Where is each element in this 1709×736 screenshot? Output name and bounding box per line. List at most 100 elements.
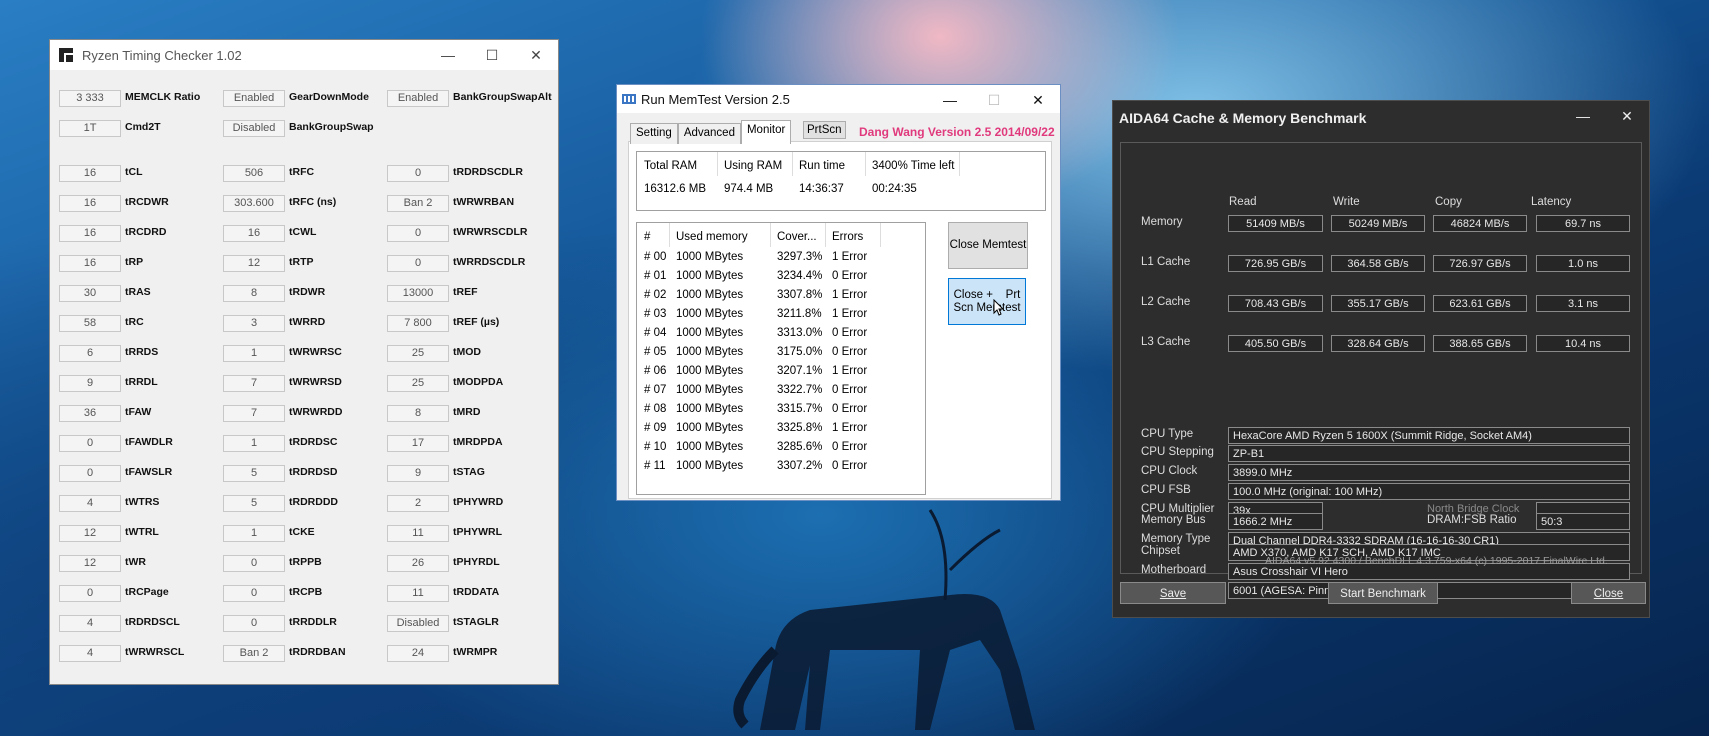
used-memory-cell: 1000 MBytes: [676, 441, 744, 453]
mouse-cursor-icon: [993, 299, 1005, 316]
thread-number: # 03: [644, 308, 667, 320]
memtest-titlebar[interactable]: Run MemTest Version 2.5 — ☐ ✕: [617, 85, 1060, 113]
col-used-memory-header[interactable]: Used memory: [676, 231, 748, 243]
memtest-app-icon: [622, 94, 636, 104]
tab-setting[interactable]: Setting: [630, 123, 678, 144]
tab-advanced[interactable]: Advanced: [677, 123, 741, 144]
table-row[interactable]: # 11 1000 MBytes 3307.2% 0 Error: [637, 460, 925, 479]
aida64-benchmark-window: AIDA64 Cache & Memory Benchmark — ✕ Read…: [1112, 100, 1650, 618]
maximize-icon[interactable]: ☐: [470, 40, 514, 70]
timing-value-box: 8: [223, 285, 285, 302]
timing-value-box: 7 800: [387, 315, 449, 332]
table-row[interactable]: # 00 1000 MBytes 3297.3% 1 Error: [637, 251, 925, 270]
prtscn-button[interactable]: PrtScn: [803, 121, 846, 139]
col-coverage-header[interactable]: Cover...: [777, 231, 817, 243]
rtc-titlebar[interactable]: Ryzen Timing Checker 1.02 — ☐ ✕: [50, 40, 558, 70]
timing-value-box: 1: [223, 525, 285, 542]
timing-value-box: 3: [223, 315, 285, 332]
table-row[interactable]: # 01 1000 MBytes 3234.4% 0 Error: [637, 270, 925, 289]
timing-value-box: 9: [387, 465, 449, 482]
timing-value-box: 30: [59, 285, 121, 302]
timing-value-box: 6: [59, 345, 121, 362]
used-memory-cell: 1000 MBytes: [676, 327, 744, 339]
timing-label: tRDWR: [289, 286, 326, 298]
timing-label: tRPPB: [289, 556, 322, 568]
errors-cell: 1 Error: [832, 308, 868, 320]
memtest-tabs: Setting Advanced Monitor: [630, 120, 792, 144]
thread-number: # 07: [644, 384, 667, 396]
table-row[interactable]: # 03 1000 MBytes 3211.8% 1 Error: [637, 308, 925, 327]
close-icon[interactable]: ✕: [1605, 101, 1649, 131]
timing-value-box: 4: [59, 645, 121, 662]
timing-label: tFAW: [125, 406, 152, 418]
timing-value-box: 7: [223, 405, 285, 422]
timing-value-box: 3 333: [59, 90, 121, 107]
timing-label: tWTRL: [125, 526, 159, 538]
total-ram-header: Total RAM: [644, 160, 698, 172]
thread-number: # 00: [644, 251, 667, 263]
used-memory-cell: 1000 MBytes: [676, 308, 744, 320]
timing-label: tREF: [453, 286, 478, 298]
timing-label: tMRD: [453, 406, 481, 418]
deer-wallpaper-silhouette: [733, 509, 1035, 730]
errors-cell: 1 Error: [832, 251, 868, 263]
aida-extra-rows: [1120, 142, 1640, 572]
timing-value-box: Ban 2: [223, 645, 285, 662]
timing-label: tWRWRSD: [289, 376, 342, 388]
divider: [825, 223, 826, 247]
col-errors-header[interactable]: Errors: [832, 231, 863, 243]
rtc-title: Ryzen Timing Checker 1.02: [82, 47, 242, 63]
close-button[interactable]: Close: [1571, 582, 1646, 604]
used-memory-cell: 1000 MBytes: [676, 251, 744, 263]
timing-value-box: 0: [59, 435, 121, 452]
table-row[interactable]: # 05 1000 MBytes 3175.0% 0 Error: [637, 346, 925, 365]
thread-number: # 06: [644, 365, 667, 377]
close-prtscn-memtest-button[interactable]: Close + Prt Scn Memtest: [948, 278, 1026, 325]
start-benchmark-button[interactable]: Start Benchmark: [1328, 582, 1438, 604]
table-row[interactable]: # 06 1000 MBytes 3207.1% 1 Error: [637, 365, 925, 384]
close-icon[interactable]: ✕: [514, 40, 558, 70]
timing-label: tRDRDBAN: [289, 646, 346, 658]
timing-label: tWRRDSCDLR: [453, 256, 526, 268]
minimize-icon[interactable]: —: [1561, 101, 1605, 131]
coverage-cell: 3313.0%: [777, 327, 823, 339]
timing-label: tSTAG: [453, 466, 485, 478]
close-memtest-button[interactable]: Close Memtest: [948, 222, 1028, 269]
table-row[interactable]: # 08 1000 MBytes 3315.7% 0 Error: [637, 403, 925, 422]
timing-value-box: 58: [59, 315, 121, 332]
timing-label: tSTAGLR: [453, 616, 499, 628]
table-row[interactable]: # 02 1000 MBytes 3307.8% 1 Error: [637, 289, 925, 308]
timing-label: tRDDATA: [453, 586, 500, 598]
thread-number: # 01: [644, 270, 667, 282]
timing-value-box: 1T: [59, 120, 121, 137]
timing-label: tFAWSLR: [125, 466, 173, 478]
table-row[interactable]: # 04 1000 MBytes 3313.0% 0 Error: [637, 327, 925, 346]
timing-value-box: 0: [59, 465, 121, 482]
col-num-header[interactable]: #: [644, 231, 650, 243]
timing-label: tWR: [125, 556, 146, 568]
close-icon[interactable]: ✕: [1016, 85, 1060, 115]
save-button[interactable]: Save: [1120, 582, 1226, 604]
tab-monitor[interactable]: Monitor: [740, 120, 792, 144]
timing-value-box: 9: [59, 375, 121, 392]
memtest-thread-list[interactable]: # Used memory Cover... Errors # 00 1000 M…: [636, 222, 926, 495]
timing-label: MEMCLK Ratio: [125, 91, 201, 103]
timing-label: tFAWDLR: [125, 436, 173, 448]
coverage-cell: 3315.7%: [777, 403, 823, 415]
timing-value-box: 11: [387, 585, 449, 602]
close-label: Close: [1593, 588, 1624, 600]
timing-label: tWRWRSCL: [125, 646, 185, 658]
aida-titlebar[interactable]: AIDA64 Cache & Memory Benchmark — ✕: [1113, 101, 1649, 135]
run-time-header: Run time: [799, 160, 846, 172]
table-row[interactable]: # 09 1000 MBytes 3325.8% 1 Error: [637, 422, 925, 441]
timing-value-box: 12: [59, 525, 121, 542]
table-row[interactable]: # 07 1000 MBytes 3322.7% 0 Error: [637, 384, 925, 403]
timing-value-box: 1: [223, 435, 285, 452]
table-row[interactable]: # 10 1000 MBytes 3285.6% 0 Error: [637, 441, 925, 460]
minimize-icon[interactable]: —: [426, 40, 470, 70]
minimize-icon[interactable]: —: [928, 85, 972, 115]
timing-label: Cmd2T: [125, 121, 161, 133]
errors-cell: 0 Error: [832, 270, 868, 282]
errors-cell: 1 Error: [832, 289, 868, 301]
errors-cell: 0 Error: [832, 327, 868, 339]
